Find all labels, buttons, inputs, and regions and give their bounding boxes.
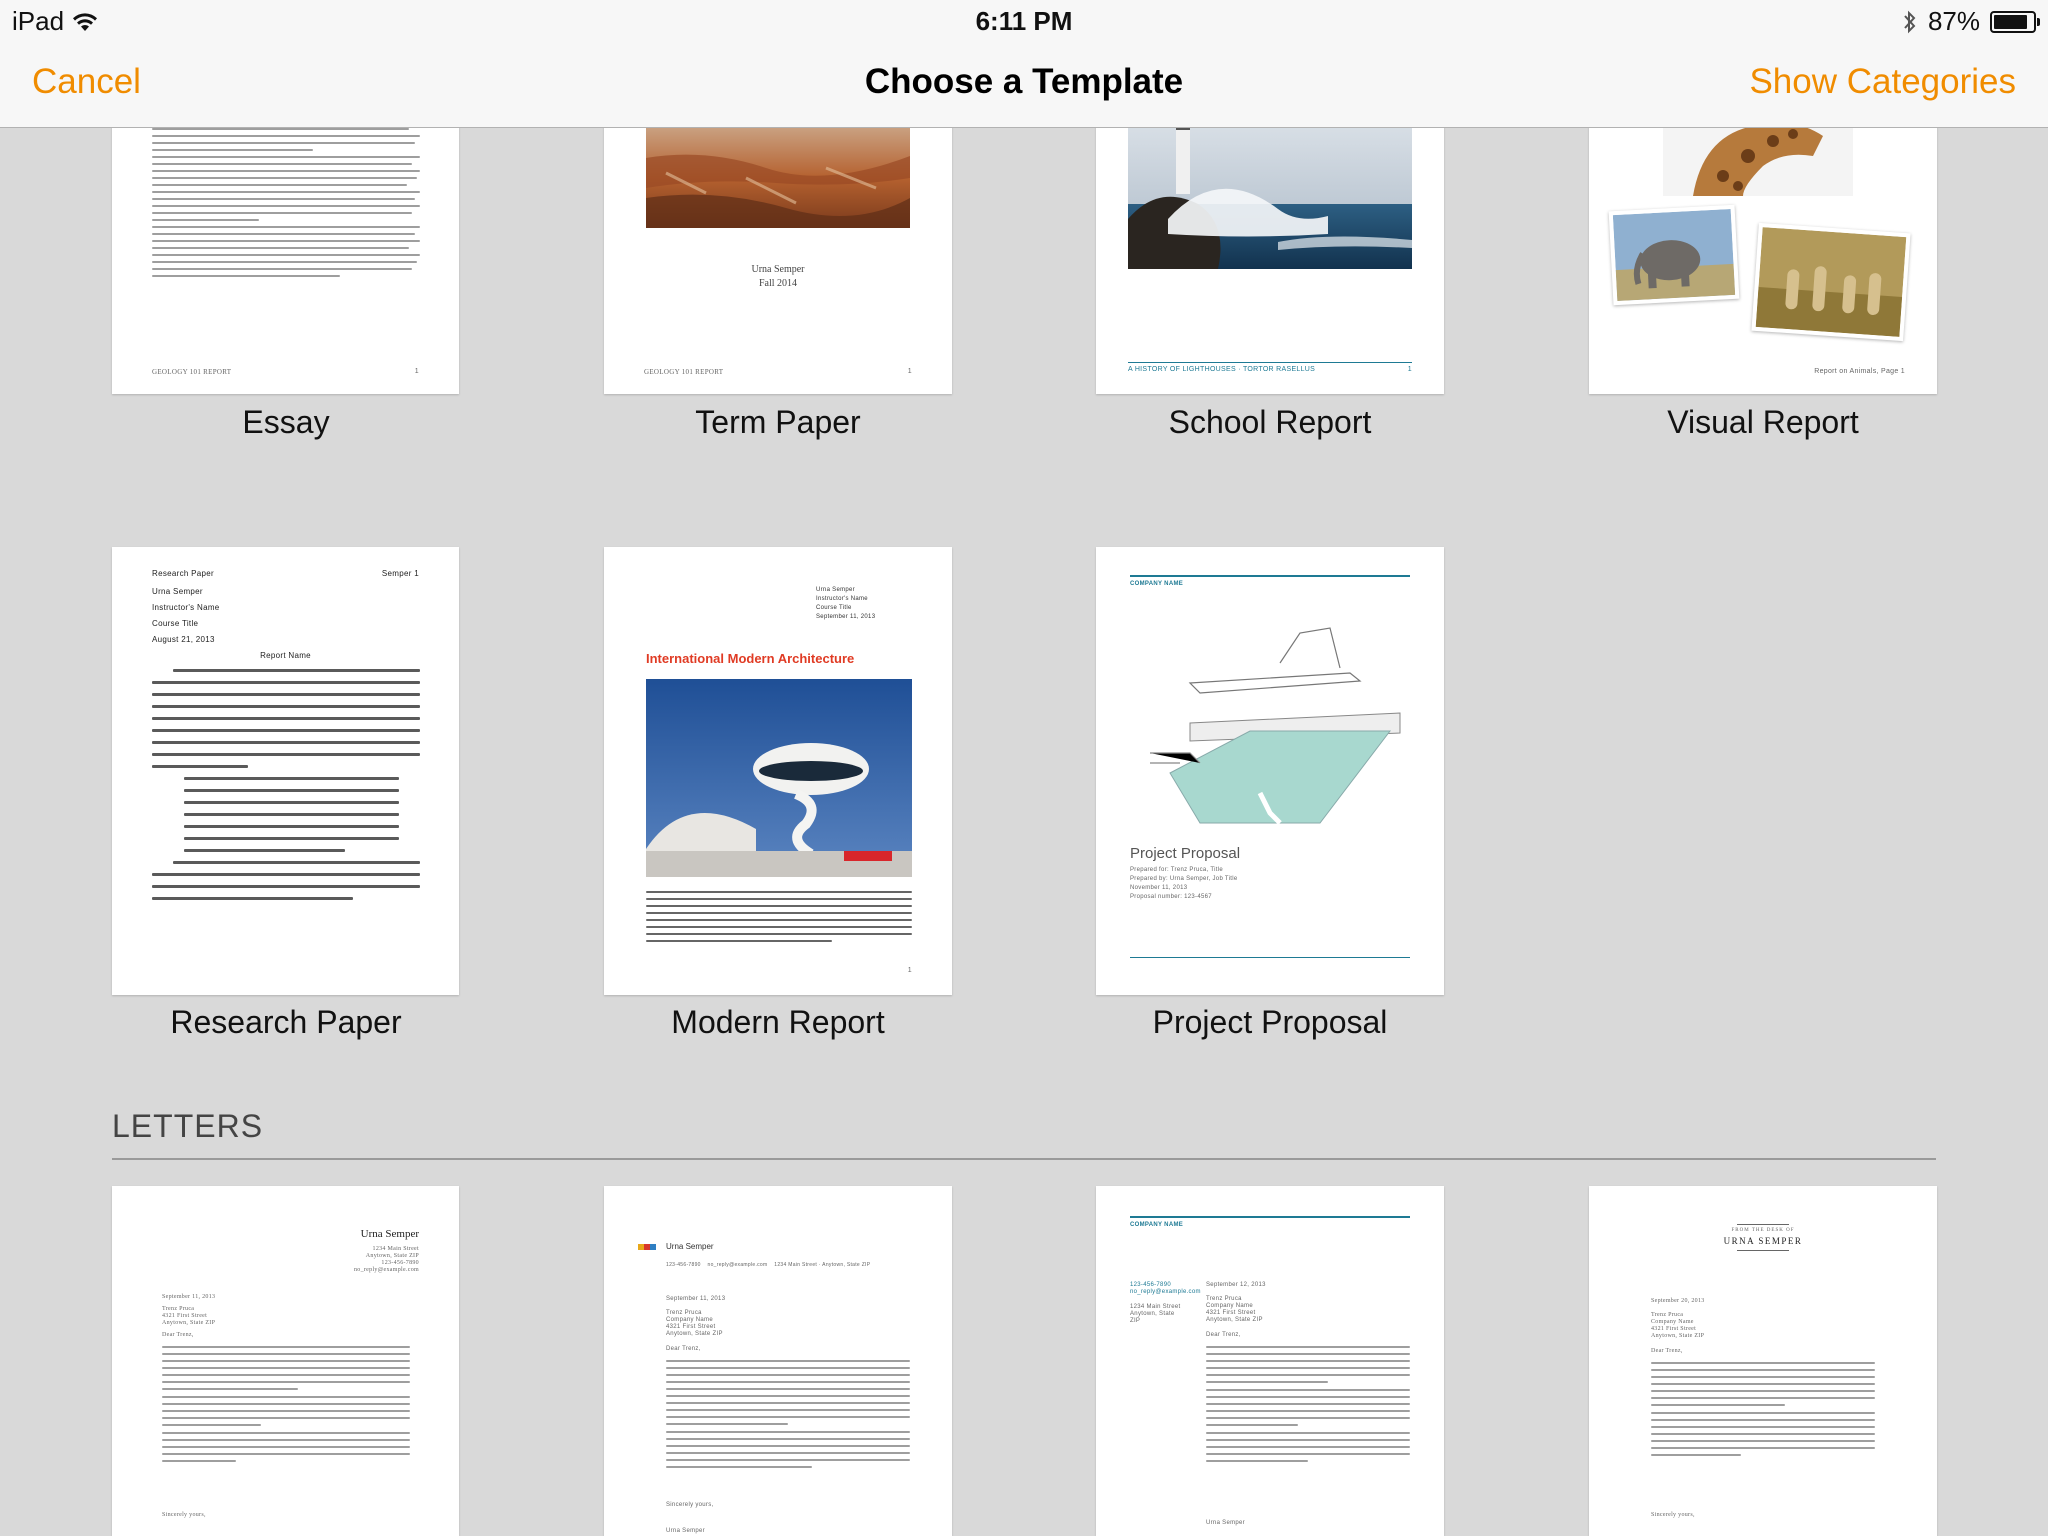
template-thumb-term-paper[interactable]: Urna Semper Fall 2014 GEOLOGY 101 REPORT… [604, 96, 952, 394]
template-label-term-paper[interactable]: Term Paper [604, 404, 952, 441]
template-thumb-visual-report[interactable]: Report on Animals, Page 1 [1589, 96, 1937, 394]
architecture-photo [646, 679, 912, 877]
clock: 6:11 PM [975, 6, 1073, 36]
template-label-project-proposal[interactable]: Project Proposal [1096, 1004, 1444, 1041]
modern-report-page-number: 1 [907, 967, 912, 974]
template-thumb-modern-report[interactable]: Urna Semper Instructor's Name Course Tit… [604, 547, 952, 995]
template-label-school-report[interactable]: School Report [1096, 404, 1444, 441]
page-title: Choose a Template [864, 62, 1184, 101]
color-bar-logo [638, 1244, 656, 1250]
pool-architecture-drawing [1130, 613, 1410, 831]
canyon-photo [646, 128, 910, 228]
section-divider [112, 1158, 1936, 1160]
template-label-research-paper[interactable]: Research Paper [112, 1004, 460, 1041]
term-paper-author: Urna Semper [751, 264, 805, 275]
school-report-footer: A HISTORY OF LIGHTHOUSES · TORTOR RASELL… [1128, 366, 1316, 373]
project-proposal-heading: Project Proposal [1130, 845, 1241, 862]
template-thumb-letter-desk[interactable]: FROM THE DESK OF URNA SEMPER September 2… [1589, 1186, 1937, 1536]
bluetooth-icon [1904, 10, 1916, 33]
modern-report-headline: International Modern Architecture [646, 651, 855, 666]
section-title-letters: LETTERS [112, 1108, 264, 1144]
term-paper-page-number: 1 [907, 368, 912, 375]
battery-percent: 87% [1927, 6, 1980, 36]
navigation-bar: Cancel Choose a Template Show Categories [0, 40, 2048, 128]
elephant-photo [1612, 208, 1736, 302]
essay-page-number: 1 [414, 368, 419, 375]
essay-footer: GEOLOGY 101 REPORT [152, 368, 232, 376]
template-thumb-essay[interactable]: GEOLOGY 101 REPORT 1 [112, 96, 459, 394]
battery-level [1994, 14, 2028, 29]
template-thumb-school-report[interactable]: A HISTORY OF LIGHTHOUSES · TORTOR RASELL… [1096, 96, 1444, 394]
term-paper-term: Fall 2014 [758, 278, 798, 289]
template-thumb-letter-classic[interactable]: Urna Semper 1234 Main Street Anytown, St… [112, 1186, 459, 1536]
status-bar: iPad 6:11 PM 87% [0, 0, 2048, 40]
template-label-visual-report[interactable]: Visual Report [1589, 404, 1937, 441]
template-thumb-letter-business[interactable]: COMPANY NAME 123-456-7890 no_reply@examp… [1096, 1186, 1444, 1536]
template-label-modern-report[interactable]: Modern Report [604, 1004, 952, 1041]
visual-report-footer: Report on Animals, Page 1 [1814, 368, 1905, 375]
meerkat-photo [1755, 227, 1907, 337]
term-paper-footer: GEOLOGY 101 REPORT [644, 368, 724, 376]
lighthouse-photo [1128, 124, 1412, 269]
battery-icon [1990, 10, 2040, 33]
show-categories-button[interactable]: Show Categories [1749, 62, 2016, 102]
template-thumb-letter-modern[interactable]: Urna Semper 123-456-7890 no_reply@exampl… [604, 1186, 952, 1536]
template-label-essay[interactable]: Essay [112, 404, 460, 441]
school-report-page-number: 1 [1407, 366, 1412, 373]
template-thumb-research-paper[interactable]: Research Paper Semper 1 Urna Semper Inst… [112, 547, 459, 995]
template-thumb-project-proposal[interactable]: COMPANY NAME Project Proposal Prepared f… [1096, 547, 1444, 995]
